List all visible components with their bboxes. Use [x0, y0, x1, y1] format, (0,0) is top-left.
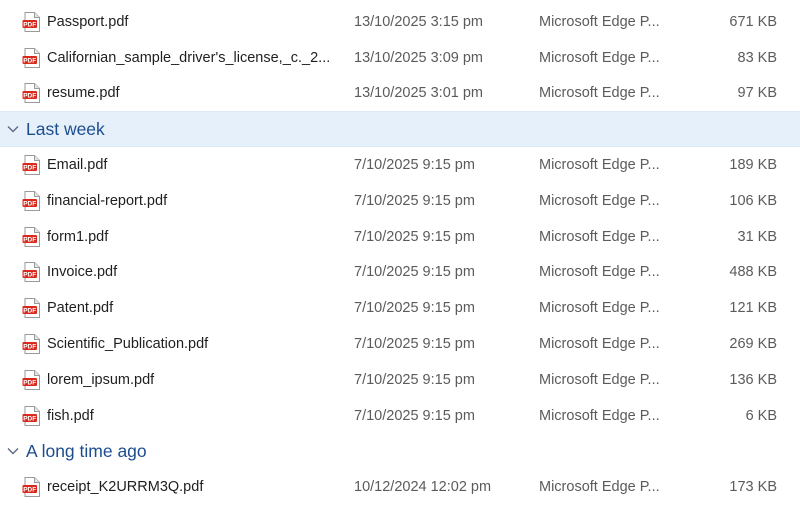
file-type: Microsoft Edge P...	[539, 13, 660, 30]
file-group-a-long-time-ago: A long time ago PDF receipt_K2URRM3Q.pdf…	[0, 434, 800, 506]
file-name: financial-report.pdf	[47, 192, 168, 209]
file-date: 7/10/2025 9:15 pm	[354, 192, 475, 209]
file-row[interactable]: PDF resume.pdf 13/10/2025 3:01 pm Micros…	[0, 76, 800, 112]
file-date: 10/12/2024 12:02 pm	[354, 479, 492, 496]
file-size: 121 KB	[729, 300, 777, 317]
file-size: 83 KB	[737, 49, 778, 66]
file-date: 7/10/2025 9:15 pm	[354, 228, 475, 245]
group-header-last-week[interactable]: Last week	[0, 111, 800, 148]
file-row[interactable]: PDF Scientific_Publication.pdf 7/10/2025…	[0, 326, 800, 362]
file-name: lorem_ipsum.pdf	[47, 371, 155, 388]
file-date: 13/10/2025 3:15 pm	[354, 13, 483, 30]
file-size: 97 KB	[737, 85, 778, 102]
file-size: 106 KB	[729, 192, 777, 209]
file-date: 7/10/2025 9:15 pm	[354, 407, 475, 424]
file-date: 7/10/2025 9:15 pm	[354, 264, 475, 281]
file-row[interactable]: PDF Email.pdf 7/10/2025 9:15 pm Microsof…	[0, 147, 800, 183]
file-row[interactable]: PDF Invoice.pdf 7/10/2025 9:15 pm Micros…	[0, 255, 800, 291]
file-list: PDF Passport.pdf 13/10/2025 3:15 pm Micr…	[0, 0, 800, 517]
file-type: Microsoft Edge P...	[539, 300, 660, 317]
file-row[interactable]: PDF receipt_K2URRM3Q.pdf 10/12/2024 12:0…	[0, 469, 800, 505]
pdf-icon: PDF	[22, 262, 40, 283]
file-name: form1.pdf	[47, 228, 109, 245]
file-name: resume.pdf	[47, 85, 120, 102]
svg-text:PDF: PDF	[23, 487, 36, 494]
pdf-icon: PDF	[22, 226, 40, 247]
svg-text:PDF: PDF	[23, 415, 36, 422]
pdf-icon: PDF	[22, 190, 40, 211]
file-type: Microsoft Edge P...	[539, 407, 660, 424]
svg-text:PDF: PDF	[23, 57, 36, 64]
svg-text:PDF: PDF	[23, 344, 36, 351]
file-type: Microsoft Edge P...	[539, 479, 660, 496]
pdf-icon: PDF	[22, 405, 40, 426]
file-date: 13/10/2025 3:01 pm	[354, 85, 483, 102]
svg-text:PDF: PDF	[23, 93, 36, 100]
file-size: 31 KB	[737, 228, 778, 245]
file-size: 136 KB	[729, 371, 777, 388]
pdf-icon: PDF	[22, 477, 40, 498]
file-row[interactable]: PDF Patent.pdf 7/10/2025 9:15 pm Microso…	[0, 290, 800, 326]
file-name: Email.pdf	[47, 157, 108, 174]
file-type: Microsoft Edge P...	[539, 192, 660, 209]
svg-text:PDF: PDF	[23, 308, 36, 315]
file-group-today: PDF Passport.pdf 13/10/2025 3:15 pm Micr…	[0, 4, 800, 111]
file-size: 269 KB	[729, 336, 777, 353]
svg-text:PDF: PDF	[23, 200, 36, 207]
group-header-a-long-time-ago[interactable]: A long time ago	[0, 434, 800, 470]
file-date: 13/10/2025 3:09 pm	[354, 49, 483, 66]
chevron-down-icon[interactable]	[6, 122, 20, 136]
file-row[interactable]: PDF lorem_ipsum.pdf 7/10/2025 9:15 pm Mi…	[0, 362, 800, 398]
file-name: Californian_sample_driver's_license,_c._…	[47, 49, 331, 66]
file-name: Patent.pdf	[47, 300, 114, 317]
file-row[interactable]: PDF Californian_sample_driver's_license,…	[0, 40, 800, 76]
file-type: Microsoft Edge P...	[539, 371, 660, 388]
file-row[interactable]: PDF fish.pdf 7/10/2025 9:15 pm Microsoft…	[0, 398, 800, 434]
pdf-icon: PDF	[22, 298, 40, 319]
file-date: 7/10/2025 9:15 pm	[354, 300, 475, 317]
svg-text:PDF: PDF	[23, 165, 36, 172]
chevron-down-icon[interactable]	[6, 444, 20, 458]
file-row[interactable]: PDF form1.pdf 7/10/2025 9:15 pm Microsof…	[0, 219, 800, 255]
file-size: 173 KB	[729, 479, 777, 496]
pdf-icon: PDF	[22, 369, 40, 390]
file-type: Microsoft Edge P...	[539, 264, 660, 281]
pdf-icon: PDF	[22, 155, 40, 176]
file-type: Microsoft Edge P...	[539, 49, 660, 66]
file-size: 671 KB	[729, 13, 777, 30]
file-name: receipt_K2URRM3Q.pdf	[47, 479, 204, 496]
file-date: 7/10/2025 9:15 pm	[354, 371, 475, 388]
file-date: 7/10/2025 9:15 pm	[354, 336, 475, 353]
pdf-icon: PDF	[22, 334, 40, 355]
file-date: 7/10/2025 9:15 pm	[354, 157, 475, 174]
file-size: 6 KB	[745, 407, 777, 424]
pdf-icon: PDF	[22, 83, 40, 104]
file-type: Microsoft Edge P...	[539, 85, 660, 102]
file-size: 488 KB	[729, 264, 777, 281]
svg-text:PDF: PDF	[23, 272, 36, 279]
file-row[interactable]: PDF financial-report.pdf 7/10/2025 9:15 …	[0, 183, 800, 219]
pdf-icon: PDF	[22, 47, 40, 68]
file-name: Scientific_Publication.pdf	[47, 336, 209, 353]
file-name: Passport.pdf	[47, 13, 129, 30]
file-group-last-week: Last week PDF Email.pdf 7/10/2025 9:15 p…	[0, 111, 800, 433]
file-name: fish.pdf	[47, 407, 94, 424]
svg-text:PDF: PDF	[23, 236, 36, 243]
file-type: Microsoft Edge P...	[539, 336, 660, 353]
file-row[interactable]: PDF Passport.pdf 13/10/2025 3:15 pm Micr…	[0, 4, 800, 40]
pdf-icon: PDF	[22, 11, 40, 32]
svg-text:PDF: PDF	[23, 21, 36, 28]
group-label: Last week	[26, 118, 105, 139]
file-type: Microsoft Edge P...	[539, 228, 660, 245]
file-type: Microsoft Edge P...	[539, 157, 660, 174]
group-label: A long time ago	[26, 440, 147, 461]
svg-text:PDF: PDF	[23, 379, 36, 386]
file-name: Invoice.pdf	[47, 264, 118, 281]
file-size: 189 KB	[729, 157, 777, 174]
